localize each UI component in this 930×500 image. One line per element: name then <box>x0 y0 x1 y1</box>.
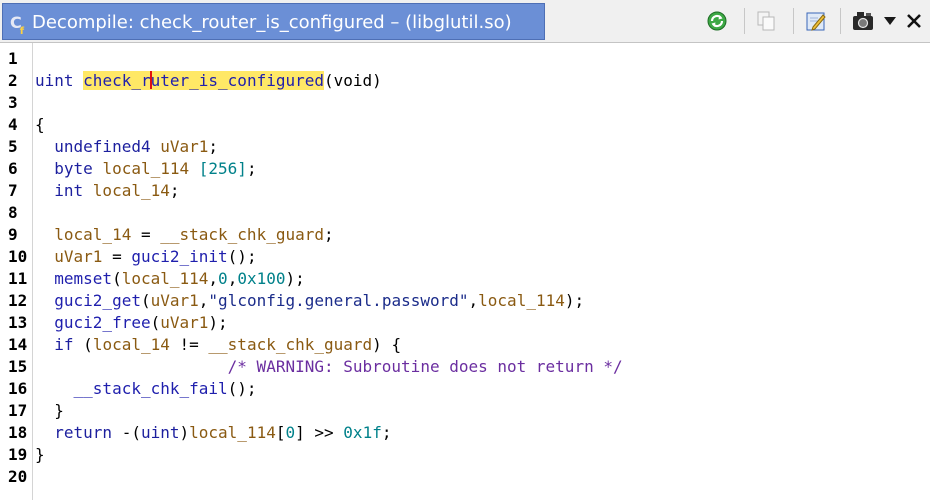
code-line[interactable]: byte local_114 [256]; <box>35 158 256 180</box>
code-line[interactable]: { <box>35 114 45 136</box>
code-line[interactable]: local_14 = __stack_chk_guard; <box>35 224 333 246</box>
code-line[interactable]: return -(uint)local_114[0] >> 0x1f; <box>35 422 391 444</box>
line-number: 1 <box>8 49 18 68</box>
line-number: 3 <box>8 93 18 112</box>
line-number: 12 <box>8 291 28 310</box>
title-bar: Cf Decompile: check_router_is_configured… <box>0 0 930 43</box>
code-line[interactable]: /* WARNING: Subroutine does not return *… <box>35 356 623 378</box>
code-view[interactable]: 1 2 3 4 5 6 7 8 9 10 11 12 13 14 15 16 1… <box>0 43 930 500</box>
warning-comment: /* WARNING: Subroutine does not return *… <box>227 357 623 376</box>
decompiler-window: Cf Decompile: check_router_is_configured… <box>0 0 930 500</box>
line-number: 14 <box>8 335 28 354</box>
code-line[interactable]: guci2_get(uVar1,"glconfig.general.passwo… <box>35 290 584 312</box>
code-line[interactable]: } <box>35 400 64 422</box>
line-number: 19 <box>8 445 28 464</box>
line-number: 10 <box>8 247 28 266</box>
line-number: 15 <box>8 357 28 376</box>
function-name-highlight[interactable]: check_ruter_is_configured <box>83 71 324 90</box>
line-number: 18 <box>8 423 28 442</box>
decompiler-icon: Cf <box>10 13 25 38</box>
line-number: 11 <box>8 269 28 288</box>
toolbar-separator <box>744 8 745 34</box>
line-number: 2 <box>8 71 18 90</box>
toolbar-separator <box>840 8 841 34</box>
function-signature[interactable]: uint check_ruter_is_configured(void) <box>35 70 382 92</box>
code-line[interactable]: guci2_free(uVar1); <box>35 312 227 334</box>
code-line[interactable]: memset(local_114,0,0x100); <box>35 268 305 290</box>
edit-icon[interactable] <box>803 8 829 34</box>
line-number: 13 <box>8 313 28 332</box>
close-icon[interactable] <box>904 8 924 34</box>
line-number: 20 <box>8 467 28 486</box>
code-line[interactable]: __stack_chk_fail(); <box>35 378 257 400</box>
code-line[interactable]: uVar1 = guci2_init(); <box>35 246 256 268</box>
line-number: 9 <box>8 225 18 244</box>
line-number: 6 <box>8 159 18 178</box>
code-line[interactable]: if (local_14 != __stack_chk_guard) { <box>35 334 401 356</box>
decompile-tab[interactable]: Cf Decompile: check_router_is_configured… <box>2 3 545 40</box>
menu-down-icon[interactable] <box>881 8 899 34</box>
line-number: 5 <box>8 137 18 156</box>
line-number: 17 <box>8 401 28 420</box>
code-line[interactable]: int local_14; <box>35 180 179 202</box>
snapshot-icon[interactable] <box>850 8 876 34</box>
line-number: 8 <box>8 203 18 222</box>
code-line[interactable]: } <box>35 444 45 466</box>
toolbar-separator <box>793 8 794 34</box>
copy-icon[interactable] <box>754 8 778 34</box>
line-number: 16 <box>8 379 28 398</box>
line-number: 7 <box>8 181 18 200</box>
window-title: Decompile: check_router_is_configured – … <box>32 12 512 33</box>
code-line[interactable]: undefined4 uVar1; <box>35 136 218 158</box>
line-number: 4 <box>8 115 18 134</box>
refresh-icon[interactable] <box>705 8 729 34</box>
